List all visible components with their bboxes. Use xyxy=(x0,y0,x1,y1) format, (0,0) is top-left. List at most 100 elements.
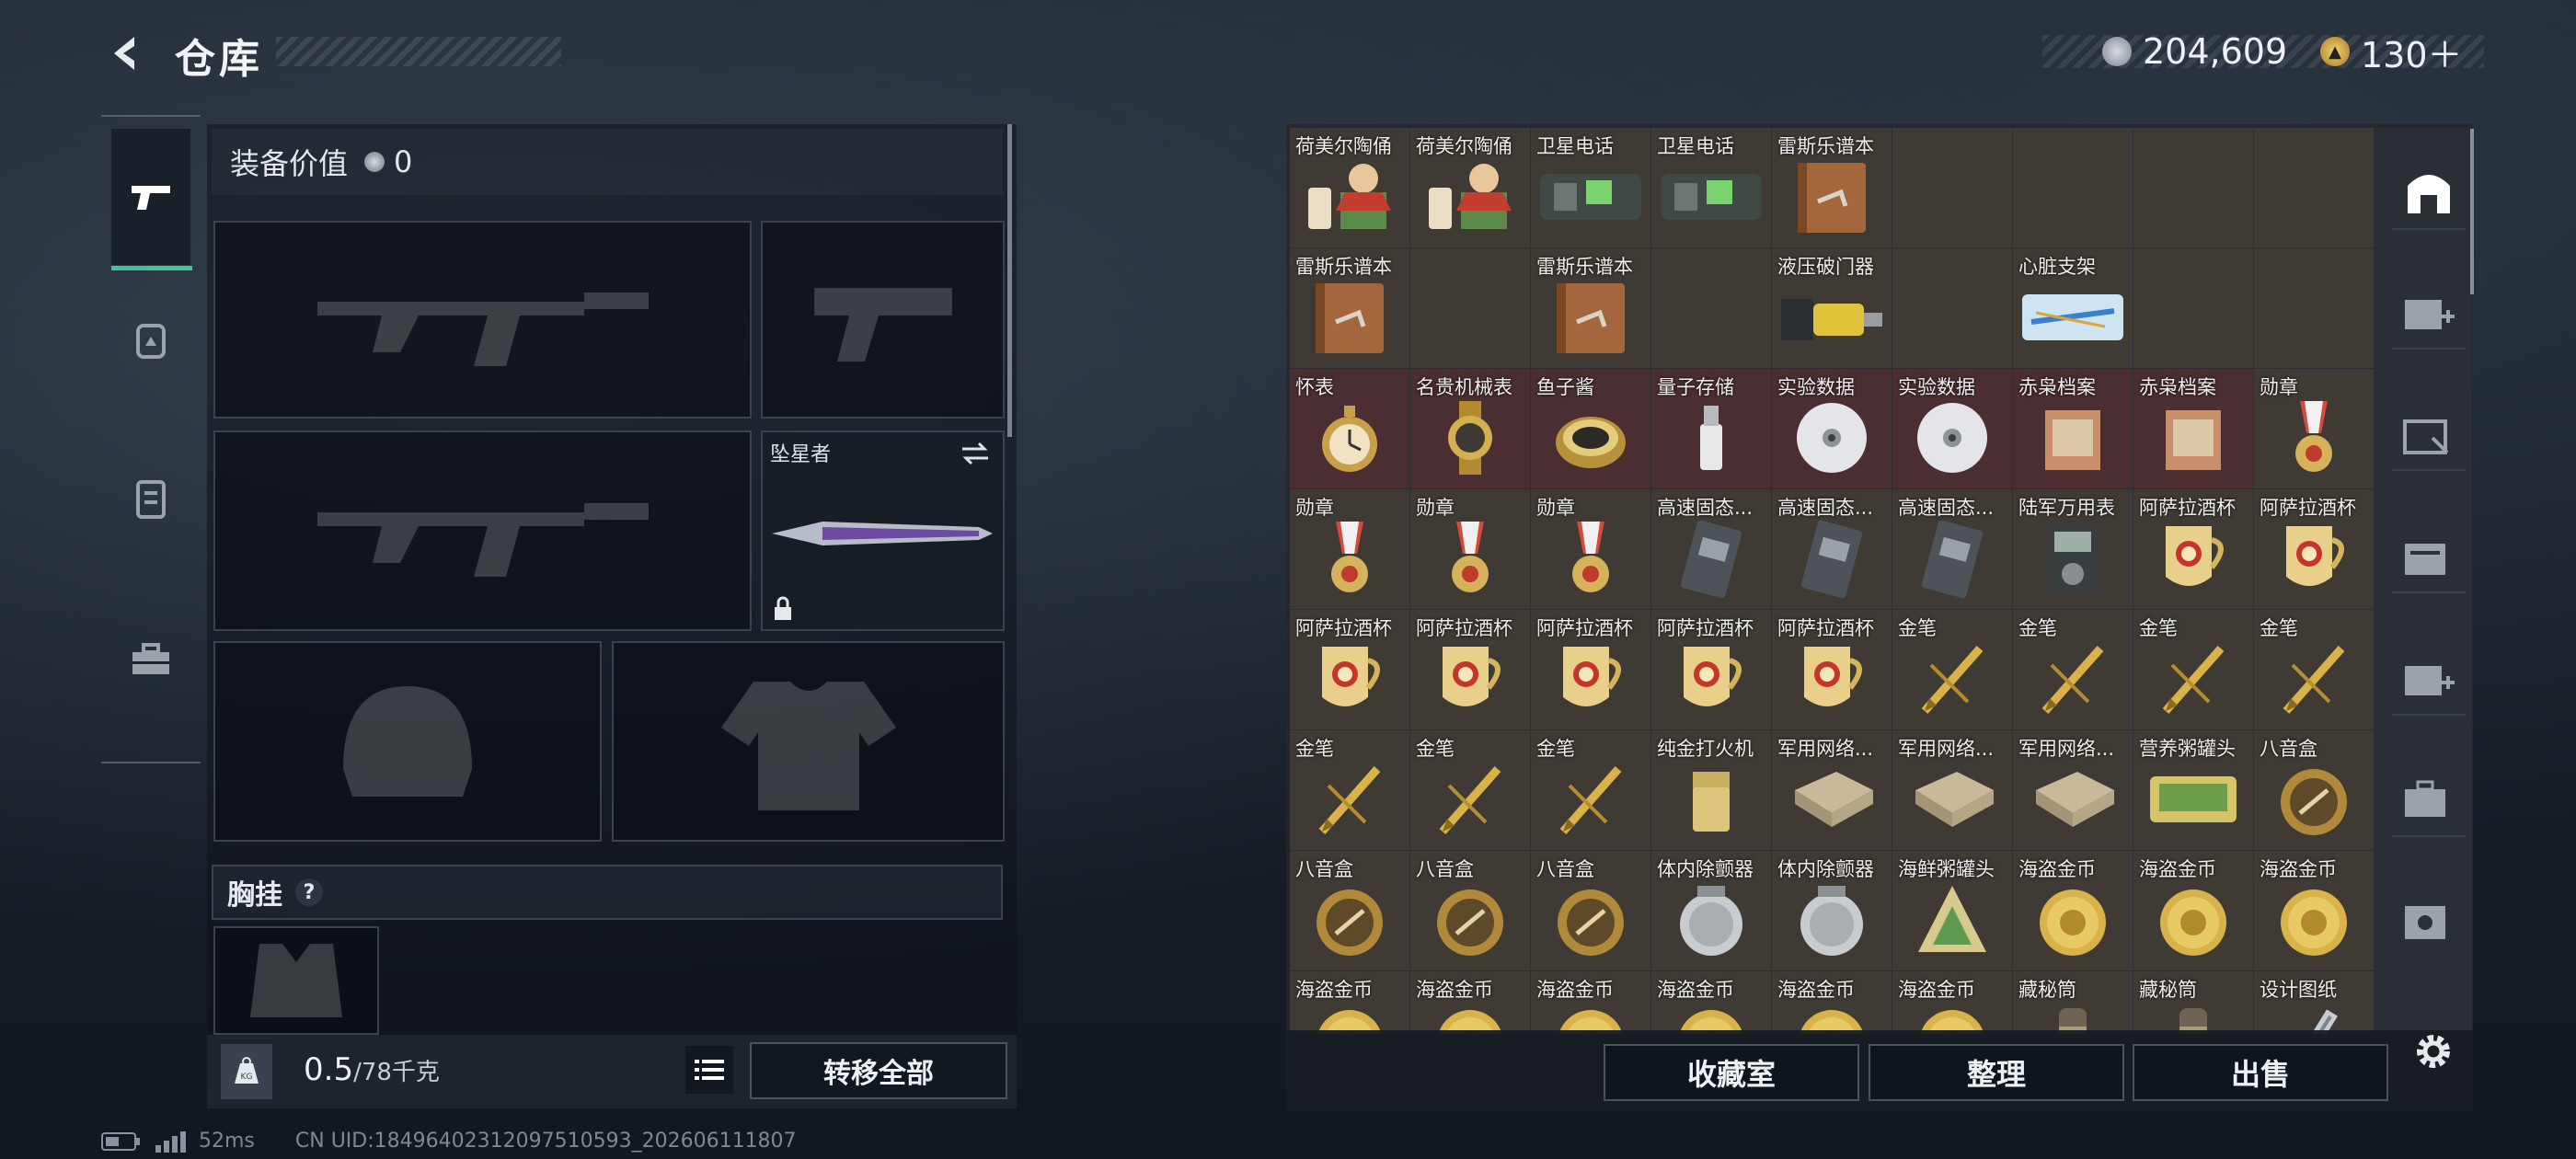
collection-room-button[interactable]: 收藏室 xyxy=(1604,1044,1859,1101)
inventory-item[interactable]: 海盗金币 xyxy=(2013,851,2133,970)
inventory-item[interactable]: 金笔 xyxy=(1892,610,2012,729)
warehouse-home-button[interactable] xyxy=(2392,156,2466,230)
inventory-item[interactable]: 八音盒 xyxy=(1410,851,1530,970)
inventory-item[interactable]: 勋章 xyxy=(1531,489,1650,609)
helmet-slot[interactable] xyxy=(213,641,602,842)
inventory-item[interactable]: 量子存储 xyxy=(1651,369,1771,488)
inventory-item[interactable]: 海盗金币 xyxy=(1892,971,2012,1034)
inventory-item[interactable]: 雷斯乐谱本 xyxy=(1531,248,1650,368)
inventory-item[interactable]: 金笔 xyxy=(1290,730,1409,850)
inventory-item[interactable]: 海盗金币 xyxy=(2133,851,2253,970)
inventory-item[interactable]: 体内除颤器 xyxy=(1651,851,1771,970)
chest-rig-slot[interactable] xyxy=(213,926,379,1035)
melee-weapon-slot[interactable]: 坠星者 xyxy=(761,430,1005,631)
inventory-item[interactable]: 实验数据 xyxy=(1892,369,2012,488)
container-iv-b-button[interactable] xyxy=(2392,520,2466,593)
inventory-item[interactable]: 阿萨拉酒杯 xyxy=(2254,489,2374,609)
loadout-scrollbar[interactable] xyxy=(1007,124,1012,437)
inventory-item[interactable]: 海盗金币 xyxy=(1651,971,1771,1034)
inventory-item[interactable]: 赤枭档案 xyxy=(2013,369,2133,488)
inventory-item[interactable]: 勋章 xyxy=(1410,489,1530,609)
back-button[interactable] xyxy=(101,28,153,79)
second-primary-weapon-slot[interactable] xyxy=(213,430,752,631)
tab-helmet[interactable] xyxy=(110,271,191,409)
inventory-item[interactable]: 心脏支架 xyxy=(2013,248,2133,368)
tab-weapons[interactable] xyxy=(110,128,192,270)
container-iv-button[interactable] xyxy=(2392,276,2466,350)
inventory-item[interactable]: 海盗金币 xyxy=(1531,971,1650,1034)
gold-currency[interactable]: ▲ 130＋ xyxy=(2320,28,2463,75)
inventory-item[interactable]: 八音盒 xyxy=(2254,730,2374,850)
inventory-item[interactable]: 阿萨拉酒杯 xyxy=(1410,610,1530,729)
inventory-item[interactable]: 阿萨拉酒杯 xyxy=(2133,489,2253,609)
inventory-item[interactable] xyxy=(1892,248,2012,368)
inventory-item[interactable]: 军用网络... xyxy=(2013,730,2133,850)
inventory-item[interactable]: 高速固态... xyxy=(1892,489,2012,609)
inventory-item[interactable] xyxy=(1651,248,1771,368)
inventory-item[interactable] xyxy=(2133,248,2253,368)
inventory-item[interactable]: 金笔 xyxy=(1531,730,1650,850)
inventory-item[interactable]: 阿萨拉酒杯 xyxy=(1772,610,1892,729)
inventory-item[interactable]: 雷斯乐谱本 xyxy=(1290,248,1409,368)
armor-slot[interactable] xyxy=(612,641,1005,842)
secondary-weapon-slot[interactable] xyxy=(761,221,1005,419)
list-view-button[interactable] xyxy=(685,1046,733,1094)
tab-backpack[interactable] xyxy=(110,591,191,729)
inventory-item[interactable]: 怀表 xyxy=(1290,369,1409,488)
sell-button[interactable]: 出售 xyxy=(2133,1044,2388,1101)
inventory-item[interactable]: 名贵机械表 xyxy=(1410,369,1530,488)
inventory-item[interactable]: 体内除颤器 xyxy=(1772,851,1892,970)
container-iii-b-button[interactable] xyxy=(2392,763,2466,837)
inventory-item[interactable]: 金笔 xyxy=(2013,610,2133,729)
tab-vest[interactable] xyxy=(110,430,191,568)
inventory-item[interactable]: 海鲜粥罐头 xyxy=(1892,851,2012,970)
inventory-item[interactable]: 液压破门器 xyxy=(1772,248,1892,368)
transfer-all-button[interactable]: 转移全部 xyxy=(750,1042,1007,1099)
settings-button[interactable] xyxy=(2401,1019,2466,1084)
inventory-item[interactable]: 雷斯乐谱本 xyxy=(1772,128,1892,247)
inventory-item[interactable]: 阿萨拉酒杯 xyxy=(1531,610,1650,729)
inventory-item[interactable]: 荷美尔陶俑 xyxy=(1290,128,1409,247)
container-iv-c-button[interactable] xyxy=(2392,642,2466,716)
inventory-item[interactable]: 赤枭档案 xyxy=(2133,369,2253,488)
inventory-item[interactable]: 阿萨拉酒杯 xyxy=(1651,610,1771,729)
inventory-item[interactable]: 海盗金币 xyxy=(1772,971,1892,1034)
help-button[interactable]: ? xyxy=(295,878,323,906)
inventory-item[interactable] xyxy=(1892,128,2012,247)
inventory-item[interactable]: 金笔 xyxy=(1410,730,1530,850)
inventory-item[interactable]: 营养粥罐头 xyxy=(2133,730,2253,850)
inventory-item[interactable]: 海盗金币 xyxy=(1410,971,1530,1034)
inventory-item[interactable]: 设计图纸 xyxy=(2254,971,2374,1034)
inventory-item[interactable] xyxy=(2254,248,2374,368)
inventory-item[interactable]: 陆军万用表 xyxy=(2013,489,2133,609)
inventory-item[interactable] xyxy=(1410,248,1530,368)
inventory-grid-viewport[interactable]: 荷美尔陶俑 荷美尔陶俑 卫星电话 卫星电话 雷斯乐谱本 雷斯乐谱本 雷斯乐谱本 液压破门器 心脏… xyxy=(1290,128,2472,1034)
inventory-item[interactable]: 荷美尔陶俑 xyxy=(1410,128,1530,247)
inventory-item[interactable]: 军用网络... xyxy=(1892,730,2012,850)
inventory-item[interactable]: 高速固态... xyxy=(1651,489,1771,609)
inventory-item[interactable] xyxy=(2013,128,2133,247)
swap-icon[interactable] xyxy=(959,440,992,467)
inventory-item[interactable]: 藏秘筒 xyxy=(2133,971,2253,1034)
inventory-item[interactable]: 勋章 xyxy=(1290,489,1409,609)
inventory-item[interactable]: 鱼子酱 xyxy=(1531,369,1650,488)
inventory-item[interactable]: 卫星电话 xyxy=(1531,128,1650,247)
inventory-item[interactable]: 阿萨拉酒杯 xyxy=(1290,610,1409,729)
inventory-item[interactable]: 军用网络... xyxy=(1772,730,1892,850)
inventory-item[interactable] xyxy=(2133,128,2253,247)
inventory-item[interactable]: 卫星电话 xyxy=(1651,128,1771,247)
inventory-item[interactable]: 金笔 xyxy=(2254,610,2374,729)
primary-weapon-slot[interactable] xyxy=(213,221,752,419)
container-iii-button[interactable] xyxy=(2392,397,2466,471)
inventory-item[interactable]: 八音盒 xyxy=(1290,851,1409,970)
inventory-item[interactable]: 金笔 xyxy=(2133,610,2253,729)
organize-button[interactable]: 整理 xyxy=(1869,1044,2124,1101)
inventory-item[interactable]: 纯金打火机 xyxy=(1651,730,1771,850)
silver-currency[interactable]: 204,609 xyxy=(2102,28,2287,75)
inventory-item[interactable]: 高速固态... xyxy=(1772,489,1892,609)
inventory-item[interactable]: 八音盒 xyxy=(1531,851,1650,970)
inventory-item[interactable]: 海盗金币 xyxy=(2254,851,2374,970)
inventory-item[interactable]: 勋章 xyxy=(2254,369,2374,488)
container-iv-d-button[interactable] xyxy=(2392,883,2466,957)
inventory-item[interactable]: 藏秘筒 xyxy=(2013,971,2133,1034)
